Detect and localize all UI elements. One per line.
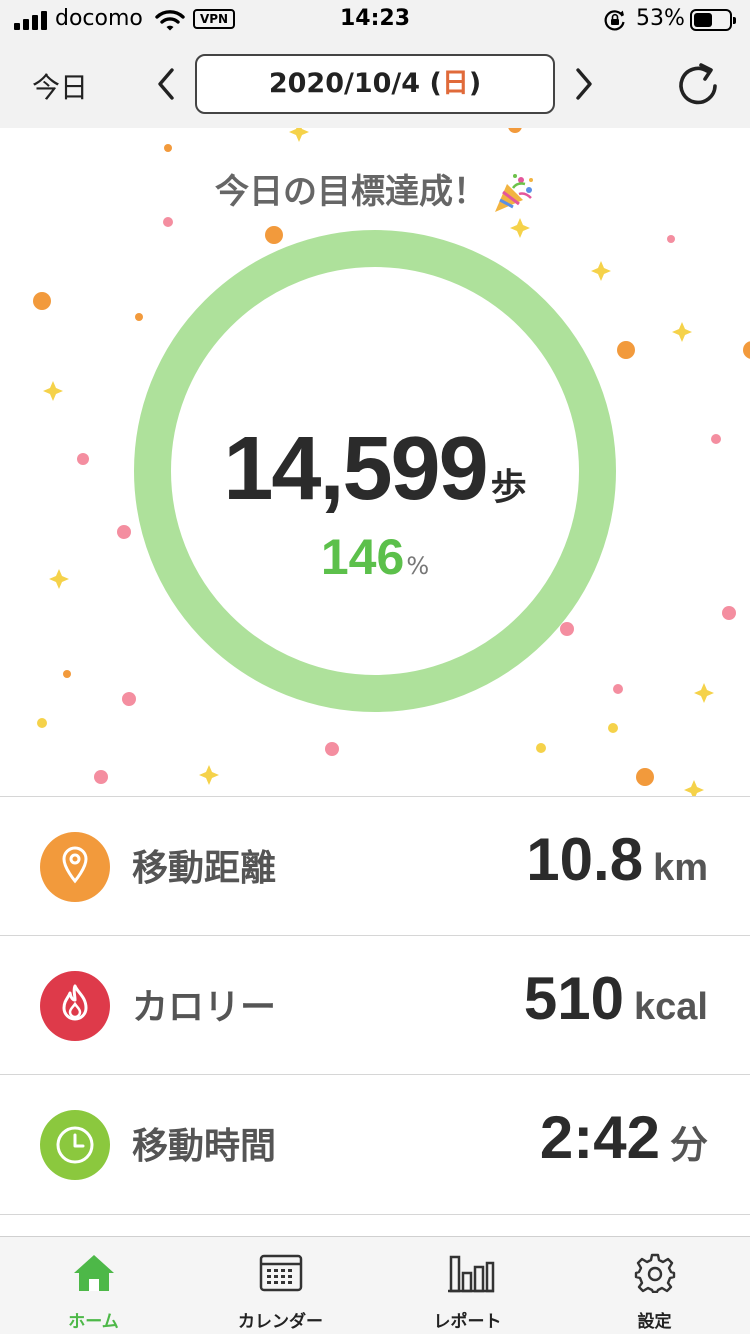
goal-message-text: 今日の目標達成！ [215, 172, 487, 212]
calories-label: カロリー [132, 987, 277, 1028]
calories-number: 510 [523, 965, 625, 1032]
battery-icon [690, 9, 736, 31]
goal-achieved-message: 今日の目標達成！ [0, 164, 750, 216]
duration-value: 2:42 分 [540, 1103, 708, 1172]
goal-percentage-value: 146 [320, 529, 405, 585]
calendar-icon [259, 1254, 303, 1292]
home-icon [74, 1255, 114, 1291]
tab-calendar-label: カレンダー [238, 1312, 323, 1332]
distance-value: 10.8 km [526, 825, 708, 894]
today-button[interactable]: 今日 [32, 66, 88, 106]
tab-home-label: ホーム [68, 1312, 119, 1332]
location-pin-icon [40, 832, 110, 902]
step-count-value: 14,599 [223, 419, 488, 519]
refresh-icon[interactable] [677, 62, 719, 106]
stat-row-distance[interactable]: 移動距離 10.8 km [0, 796, 750, 936]
step-count: 14,599 歩 [0, 418, 750, 521]
duration-label: 移動時間 [132, 1126, 277, 1167]
duration-unit: 分 [669, 1125, 708, 1167]
duration-number: 2:42 [539, 1104, 660, 1171]
tab-bar: ホーム カレンダー レポート 設定 [0, 1236, 750, 1334]
previous-day-chevron-icon[interactable] [154, 66, 178, 102]
date-paren: ) [468, 68, 482, 99]
date-text: 2020/10/4 ( [268, 68, 442, 99]
date-navigation-bar: 今日 2020/10/4 (日) [0, 40, 750, 128]
calories-value: 510 kcal [524, 964, 708, 1033]
distance-label: 移動距離 [132, 848, 277, 889]
calories-unit: kcal [634, 986, 708, 1028]
day-of-week: 日 [441, 68, 469, 99]
distance-number: 10.8 [526, 826, 644, 893]
stat-row-calories[interactable]: カロリー 510 kcal [0, 935, 750, 1075]
status-bar: docomo VPN 14:23 53% [0, 0, 750, 40]
battery-percent: 53% [636, 6, 685, 31]
tab-settings[interactable]: 設定 [561, 1237, 748, 1334]
stat-row-duration[interactable]: 移動時間 2:42 分 [0, 1074, 750, 1215]
goal-percentage: 146% [0, 528, 750, 586]
bar-chart-icon [448, 1255, 495, 1293]
gear-icon [634, 1253, 676, 1293]
distance-unit: km [653, 847, 708, 889]
date-selector[interactable]: 2020/10/4 (日) [195, 54, 555, 114]
tab-home[interactable]: ホーム [0, 1237, 187, 1334]
party-popper-icon [495, 173, 533, 212]
step-count-unit: 歩 [490, 467, 527, 508]
tab-report[interactable]: レポート [374, 1237, 561, 1334]
tab-report-label: レポート [433, 1312, 502, 1332]
goal-percentage-unit: % [406, 552, 430, 580]
tab-calendar[interactable]: カレンダー [187, 1237, 374, 1334]
tab-settings-label: 設定 [637, 1312, 672, 1332]
flame-icon [40, 971, 110, 1041]
daily-summary-panel: 今日の目標達成！ 14,599 歩 146% [0, 128, 750, 796]
next-day-chevron-icon[interactable] [572, 66, 596, 102]
battery-level [694, 13, 712, 27]
rotation-lock-icon [604, 10, 625, 31]
clock-icon [40, 1110, 110, 1180]
